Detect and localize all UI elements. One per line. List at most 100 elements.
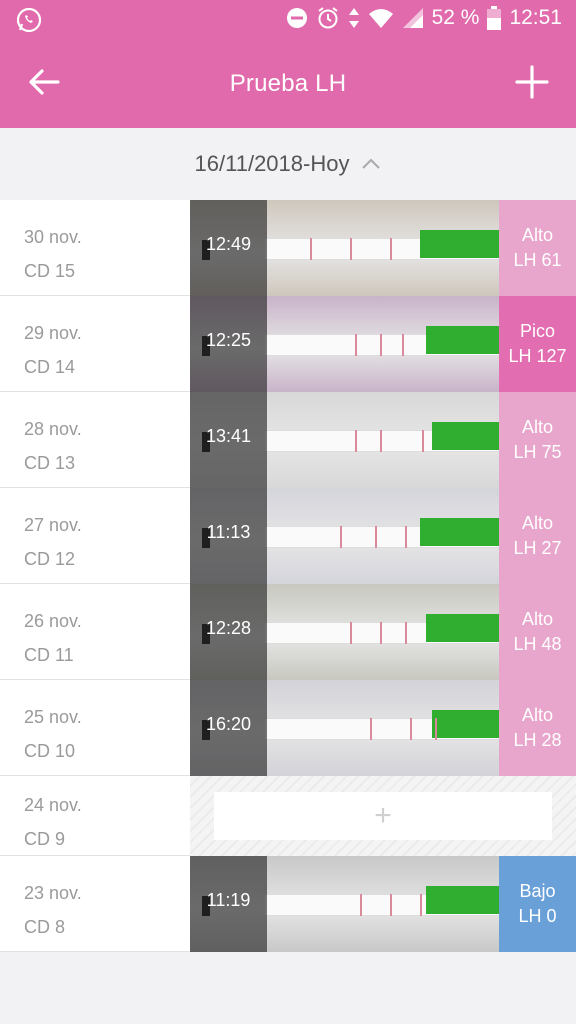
lh-value: LH 27	[513, 538, 562, 558]
status-bar: 52 % 12:51	[0, 0, 576, 40]
test-photo[interactable]: 16:20 Alto LH 28	[190, 680, 576, 776]
list-item[interactable]: 26 nov. CD 11 12:28 Alto LH 48	[0, 584, 576, 680]
entry-time: 12:49	[205, 234, 252, 254]
wifi-icon	[368, 7, 394, 29]
entry-time: 11:13	[206, 522, 251, 542]
lh-value: LH 61	[513, 250, 562, 270]
entry-day: 24 nov.	[24, 795, 82, 815]
clock: 12:51	[509, 6, 562, 29]
lh-level: Alto	[521, 225, 554, 245]
entry-date: 23 nov. CD 8	[24, 876, 82, 944]
test-line	[420, 894, 422, 916]
test-line	[375, 526, 377, 548]
lh-level: Alto	[521, 705, 554, 725]
test-line	[390, 894, 392, 916]
list-item[interactable]: 24 nov. CD 9 +	[0, 776, 576, 856]
test-photo[interactable]: 12:28 Alto LH 48	[190, 584, 576, 680]
lh-level: Bajo	[519, 881, 556, 901]
entry-time: 16:20	[205, 714, 252, 734]
test-grip	[420, 230, 510, 258]
test-line	[340, 526, 342, 548]
chevron-up-icon	[361, 157, 381, 171]
test-line	[350, 238, 352, 260]
lh-result-badge: Pico LH 127	[499, 296, 576, 392]
lh-value: LH 48	[513, 634, 562, 654]
whatsapp-icon	[16, 7, 42, 33]
lh-level: Alto	[521, 609, 554, 629]
list-item[interactable]: 23 nov. CD 8 11:19 Bajo LH 0	[0, 856, 576, 952]
entry-day: 28 nov.	[24, 419, 82, 439]
test-photo[interactable]: 13:41 Alto LH 75	[190, 392, 576, 488]
lh-level: Alto	[521, 417, 554, 437]
entry-date: 29 nov. CD 14	[24, 316, 82, 384]
lh-level: Pico	[519, 321, 555, 341]
test-photo[interactable]: 11:13 Alto LH 27	[190, 488, 576, 584]
lh-result-badge: Alto LH 28	[499, 680, 576, 776]
lh-result-badge: Bajo LH 0	[499, 856, 576, 952]
date-range-label: 16/11/2018-Hoy	[194, 151, 350, 176]
date-range-selector[interactable]: 16/11/2018-Hoy	[0, 128, 576, 200]
lh-value: LH 28	[513, 730, 562, 750]
entry-day: 27 nov.	[24, 515, 82, 535]
entry-cycle-day: CD 10	[24, 741, 76, 761]
lh-value: LH 127	[508, 346, 567, 366]
test-line	[355, 430, 357, 452]
entry-cycle-day: CD 15	[24, 261, 76, 281]
plus-icon	[515, 65, 549, 99]
test-line	[405, 526, 407, 548]
add-button[interactable]	[512, 62, 552, 102]
lh-value: LH 75	[513, 442, 562, 462]
entry-cycle-day: CD 8	[24, 917, 66, 937]
entry-date: 26 nov. CD 11	[24, 604, 82, 672]
data-arrows-icon	[348, 7, 360, 29]
page-title: Prueba LH	[229, 70, 347, 97]
entry-cycle-day: CD 14	[24, 357, 76, 377]
test-line	[405, 622, 407, 644]
entry-cycle-day: CD 12	[24, 549, 76, 569]
lh-value: LH 0	[518, 906, 557, 926]
entry-day: 25 nov.	[24, 707, 82, 727]
entry-date: 24 nov. CD 9	[24, 788, 82, 856]
list-item[interactable]: 25 nov. CD 10 16:20 Alto LH 28	[0, 680, 576, 776]
test-line	[422, 430, 424, 452]
empty-slot: +	[190, 776, 576, 856]
entry-time: 11:19	[206, 890, 251, 910]
app-bar: Prueba LH	[0, 40, 576, 128]
entry-date: 25 nov. CD 10	[24, 700, 82, 768]
alarm-icon	[316, 6, 340, 30]
entry-time: 12:25	[205, 330, 252, 350]
entry-date: 28 nov. CD 13	[24, 412, 82, 480]
lh-result-badge: Alto LH 75	[499, 392, 576, 488]
test-photo[interactable]: 11:19 Bajo LH 0	[190, 856, 576, 952]
entry-day: 29 nov.	[24, 323, 82, 343]
lh-level: Alto	[521, 513, 554, 533]
entry-cycle-day: CD 13	[24, 453, 76, 473]
test-photo[interactable]: 12:25 Pico LH 127	[190, 296, 576, 392]
entry-day: 23 nov.	[24, 883, 82, 903]
test-grip	[420, 518, 510, 546]
battery-percent: 52 %	[431, 6, 480, 29]
list-item[interactable]: 30 nov. CD 15 12:49 Alto LH 61	[0, 200, 576, 296]
test-line	[310, 238, 312, 260]
lh-result-badge: Alto LH 27	[499, 488, 576, 584]
list-item[interactable]: 28 nov. CD 13 13:41 Alto LH 75	[0, 392, 576, 488]
entry-time: 12:28	[205, 618, 252, 638]
test-line	[390, 238, 392, 260]
test-line	[350, 622, 352, 644]
entry-day: 26 nov.	[24, 611, 82, 631]
test-line	[402, 334, 404, 356]
lh-result-badge: Alto LH 61	[499, 200, 576, 296]
test-photo[interactable]: 12:49 Alto LH 61	[190, 200, 576, 296]
list-item[interactable]: 27 nov. CD 12 11:13 Alto LH 27	[0, 488, 576, 584]
lh-result-badge: Alto LH 48	[499, 584, 576, 680]
entry-date: 27 nov. CD 12	[24, 508, 82, 576]
test-line	[380, 334, 382, 356]
entry-time: 13:41	[205, 426, 252, 446]
list-item[interactable]: 29 nov. CD 14 12:25 Pico LH 127	[0, 296, 576, 392]
test-line	[360, 894, 362, 916]
battery-icon	[487, 6, 502, 30]
entry-date: 30 nov. CD 15	[24, 220, 82, 288]
test-line	[370, 718, 372, 740]
test-line	[355, 334, 357, 356]
add-test-button[interactable]: +	[214, 792, 552, 840]
